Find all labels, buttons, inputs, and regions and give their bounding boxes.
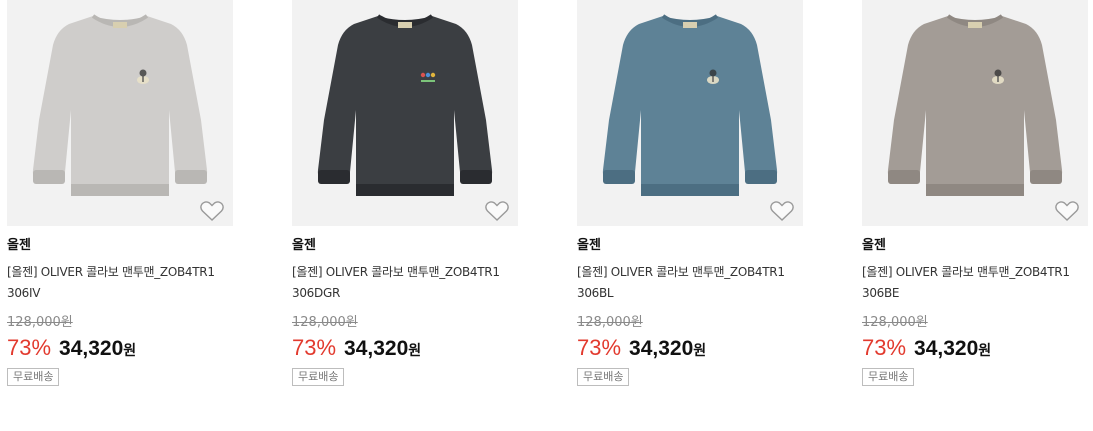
original-price: 128,000원 <box>577 315 643 330</box>
price-row: 73% 34,320원 <box>577 335 803 361</box>
wishlist-heart-icon[interactable] <box>1054 200 1080 222</box>
product-title[interactable]: [올젠] OLIVER 콜라보 맨투맨_ZOB4TR1 306BL <box>577 262 792 304</box>
product-brand: 올젠 <box>7 238 31 253</box>
product-title-line2: 306DGR <box>292 286 340 300</box>
product-image[interactable] <box>862 0 1088 226</box>
sale-price: 34,320 <box>59 337 124 360</box>
product-brand: 올젠 <box>577 238 601 253</box>
product-title-line1: [올젠] OLIVER 콜라보 맨투맨_ZOB4TR1 <box>862 265 1070 279</box>
currency-unit: 원 <box>123 343 137 359</box>
sweatshirt-image <box>602 14 778 196</box>
original-price: 128,000원 <box>862 315 928 330</box>
currency-unit: 원 <box>408 343 422 359</box>
currency-unit: 원 <box>978 343 992 359</box>
sale-price: 34,320 <box>629 337 694 360</box>
product-image[interactable] <box>577 0 803 226</box>
wishlist-heart-icon[interactable] <box>484 200 510 222</box>
wishlist-heart-icon[interactable] <box>769 200 795 222</box>
product-card[interactable]: 올젠 [올젠] OLIVER 콜라보 맨투맨_ZOB4TR1 306IV 128… <box>7 0 233 386</box>
product-title[interactable]: [올젠] OLIVER 콜라보 맨투맨_ZOB4TR1 306IV <box>7 262 222 304</box>
sale-price: 34,320 <box>344 337 409 360</box>
currency-unit: 원 <box>693 343 707 359</box>
product-title-line1: [올젠] OLIVER 콜라보 맨투맨_ZOB4TR1 <box>7 265 215 279</box>
original-price: 128,000원 <box>7 315 73 330</box>
product-card[interactable]: 올젠 [올젠] OLIVER 콜라보 맨투맨_ZOB4TR1 306BE 128… <box>862 0 1088 386</box>
product-title-line1: [올젠] OLIVER 콜라보 맨투맨_ZOB4TR1 <box>577 265 785 279</box>
price-row: 73% 34,320원 <box>7 335 233 361</box>
product-title-line2: 306IV <box>7 286 41 300</box>
product-card[interactable]: 올젠 [올젠] OLIVER 콜라보 맨투맨_ZOB4TR1 306BL 128… <box>577 0 803 386</box>
discount-rate: 73% <box>577 335 622 360</box>
original-price: 128,000원 <box>292 315 358 330</box>
free-shipping-badge: 무료배송 <box>577 368 630 386</box>
free-shipping-badge: 무료배송 <box>862 368 915 386</box>
product-brand: 올젠 <box>292 238 316 253</box>
sale-price: 34,320 <box>914 337 979 360</box>
product-title[interactable]: [올젠] OLIVER 콜라보 맨투맨_ZOB4TR1 306BE <box>862 262 1077 304</box>
product-image[interactable] <box>7 0 233 226</box>
wishlist-heart-icon[interactable] <box>199 200 225 222</box>
sweatshirt-image <box>32 14 208 196</box>
product-title[interactable]: [올젠] OLIVER 콜라보 맨투맨_ZOB4TR1 306DGR <box>292 262 507 304</box>
price-row: 73% 34,320원 <box>862 335 1088 361</box>
sweatshirt-image <box>317 14 493 196</box>
product-title-line2: 306BE <box>862 286 900 300</box>
price-row: 73% 34,320원 <box>292 335 518 361</box>
free-shipping-badge: 무료배송 <box>7 368 60 386</box>
product-image[interactable] <box>292 0 518 226</box>
free-shipping-badge: 무료배송 <box>292 368 345 386</box>
sweatshirt-image <box>887 14 1063 196</box>
discount-rate: 73% <box>7 335 52 360</box>
product-brand: 올젠 <box>862 238 886 253</box>
discount-rate: 73% <box>862 335 907 360</box>
product-card[interactable]: 올젠 [올젠] OLIVER 콜라보 맨투맨_ZOB4TR1 306DGR 12… <box>292 0 518 386</box>
product-title-line1: [올젠] OLIVER 콜라보 맨투맨_ZOB4TR1 <box>292 265 500 279</box>
product-title-line2: 306BL <box>577 286 614 300</box>
product-grid: 올젠 [올젠] OLIVER 콜라보 맨투맨_ZOB4TR1 306IV 128… <box>0 0 1093 431</box>
discount-rate: 73% <box>292 335 337 360</box>
